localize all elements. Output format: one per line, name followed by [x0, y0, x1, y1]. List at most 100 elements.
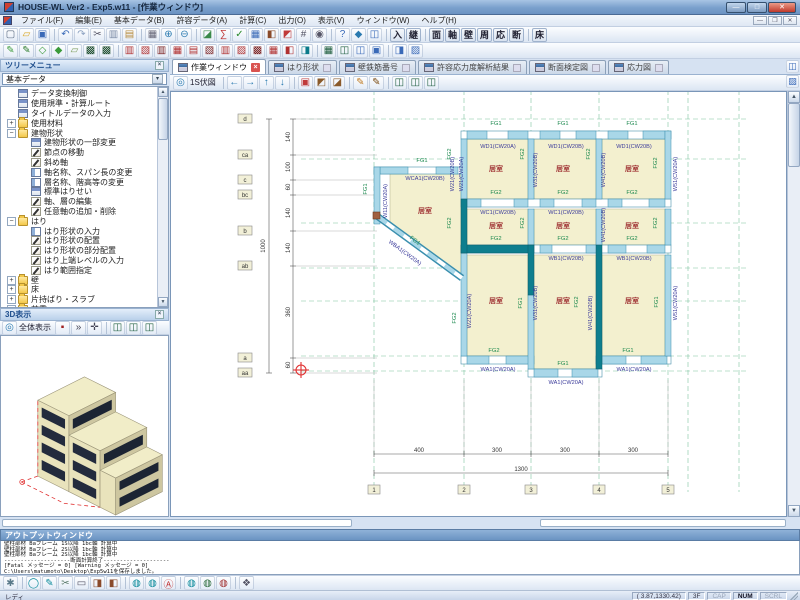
canvas-hscrollbar[interactable]: [540, 519, 786, 527]
pan-left-icon[interactable]: ←: [227, 76, 242, 90]
tree-expander-icon[interactable]: −: [7, 129, 16, 138]
wall-tool-11-icon[interactable]: ◧: [282, 44, 297, 58]
tree-scroll-thumb[interactable]: [158, 98, 168, 140]
button-ou-icon[interactable]: 応: [493, 28, 508, 42]
floor-view-3-icon[interactable]: ◫: [424, 76, 439, 90]
select-member-icon[interactable]: ◪: [330, 76, 345, 90]
label-a-icon[interactable]: Ⓐ: [161, 576, 176, 590]
tree-item-壁[interactable]: +壁: [3, 275, 168, 285]
scroll-down-icon[interactable]: ▼: [158, 297, 168, 307]
rect-tool-icon[interactable]: ▭: [74, 576, 89, 590]
tab-壁鉄筋番号[interactable]: 壁鉄筋番号: [339, 60, 416, 74]
tree-item-任意軸の追加・削除[interactable]: 任意軸の追加・削除: [3, 207, 168, 217]
3d-view[interactable]: [0, 335, 169, 517]
menu-item-8[interactable]: ヘルプ(H): [415, 16, 462, 25]
tree-expander-icon[interactable]: +: [7, 295, 16, 304]
new-file-icon[interactable]: ▢: [3, 28, 18, 42]
annotate-1-icon[interactable]: ✎: [353, 76, 368, 90]
wall-tool-10-icon[interactable]: ▦: [266, 44, 281, 58]
print-icon[interactable]: ▦: [145, 28, 160, 42]
input-data-icon[interactable]: ◪: [200, 28, 215, 42]
layer-red-icon[interactable]: ▣: [298, 76, 313, 90]
tree-item-はり範囲指定[interactable]: はり範囲指定: [3, 265, 168, 275]
wall-tool-8-icon[interactable]: ▨: [234, 44, 249, 58]
floor-view-1-icon[interactable]: ◫: [392, 76, 407, 90]
maximize-button[interactable]: □: [747, 2, 767, 13]
undo-icon[interactable]: ↶: [58, 28, 73, 42]
tab-応力図[interactable]: 応力図: [608, 60, 669, 74]
child-restore-button[interactable]: ❐: [768, 16, 782, 25]
tree-item-片持ばり・スラブ[interactable]: +片持ばり・スラブ: [3, 295, 168, 305]
mini-window-icon[interactable]: ◫: [786, 60, 799, 73]
minimize-button[interactable]: —: [726, 2, 746, 13]
frame-view-icon[interactable]: #: [296, 28, 311, 42]
close-button[interactable]: ✕: [768, 2, 796, 13]
annotate-2-icon[interactable]: ✎: [369, 76, 384, 90]
slab-tool-icon[interactable]: ◨: [298, 44, 313, 58]
marker-red-icon[interactable]: ◍: [216, 576, 231, 590]
left-hscrollbar[interactable]: [2, 519, 352, 527]
save-icon[interactable]: ▣: [35, 28, 50, 42]
menu-item-3[interactable]: 許容データ(A): [171, 16, 234, 25]
canvas-scrollbar[interactable]: ▲ ▼: [787, 91, 800, 517]
tree-scrollbar[interactable]: ▲ ▼: [157, 87, 168, 307]
button-shu-icon[interactable]: 周: [477, 28, 492, 42]
section-view-icon[interactable]: ◧: [264, 28, 279, 42]
iso-view-1-icon[interactable]: ◫: [110, 321, 125, 335]
3d-fit-label[interactable]: 全体表示: [19, 322, 51, 333]
menu-item-7[interactable]: ウィンドウ(W): [351, 16, 416, 25]
window-blue-2-icon[interactable]: ▨: [408, 44, 423, 58]
wall-tool-4-icon[interactable]: ▦: [170, 44, 185, 58]
tab-断面検定図[interactable]: 断面検定図: [529, 60, 606, 74]
polyline-green-icon[interactable]: ◇: [35, 44, 50, 58]
wall-tool-6-icon[interactable]: ▧: [202, 44, 217, 58]
snapshot-icon[interactable]: ◉: [312, 28, 327, 42]
button-yuka-icon[interactable]: 床: [532, 28, 547, 42]
pencil-green-2-icon[interactable]: ✎: [19, 44, 34, 58]
button-men-icon[interactable]: 面: [429, 28, 444, 42]
fill-tool-2-icon[interactable]: ◧: [106, 576, 121, 590]
scroll-up-icon[interactable]: ▲: [788, 91, 800, 103]
tab-close-icon[interactable]: ×: [251, 63, 260, 72]
fill-tool-1-icon[interactable]: ◨: [90, 576, 105, 590]
child-close-button[interactable]: ✕: [783, 16, 797, 25]
iso-view-2-icon[interactable]: ◫: [126, 321, 141, 335]
view-grid-4-icon[interactable]: ▣: [369, 44, 384, 58]
orbit-icon[interactable]: ✛: [87, 321, 102, 335]
zoom-in-icon[interactable]: ⊕: [161, 28, 176, 42]
chevron-down-icon[interactable]: ▾: [152, 74, 163, 84]
tree-expander-icon[interactable]: +: [7, 276, 16, 285]
tree-expander-icon[interactable]: −: [7, 305, 16, 308]
3d-close-icon[interactable]: ×: [155, 310, 164, 319]
button-dan-icon[interactable]: 断: [509, 28, 524, 42]
drawing-canvas[interactable]: 14010060140140360601000dcacbcbabaaa40030…: [170, 91, 787, 517]
floor-view-2-icon[interactable]: ◫: [408, 76, 423, 90]
resize-grip[interactable]: [790, 592, 798, 600]
pan-up-icon[interactable]: ↑: [259, 76, 274, 90]
tree-close-icon[interactable]: ×: [155, 61, 164, 70]
wall-tool-7-icon[interactable]: ▥: [218, 44, 233, 58]
scroll-down-icon[interactable]: ▼: [788, 505, 800, 517]
more-chevron-icon[interactable]: »: [71, 321, 86, 335]
menu-item-0[interactable]: ファイル(F): [15, 16, 69, 25]
wall-tool-3-icon[interactable]: ▥: [154, 44, 169, 58]
pan-right-icon[interactable]: →: [243, 76, 258, 90]
plane-green-icon[interactable]: ▱: [67, 44, 82, 58]
button-nyu-icon[interactable]: 入: [390, 28, 405, 42]
pan-down-icon[interactable]: ↓: [275, 76, 290, 90]
wall-tool-2-icon[interactable]: ▧: [138, 44, 153, 58]
select-node-icon[interactable]: ◩: [314, 76, 329, 90]
stress-view-icon[interactable]: ◩: [280, 28, 295, 42]
tab-はり形状[interactable]: はり形状: [268, 60, 337, 74]
view-grid-3-icon[interactable]: ◫: [353, 44, 368, 58]
tree-expander-icon[interactable]: +: [7, 119, 16, 128]
tab-許容応力度解析結果[interactable]: 許容応力度解析結果: [418, 60, 527, 74]
wall-tool-5-icon[interactable]: ▤: [186, 44, 201, 58]
polygon-green-icon[interactable]: ◆: [51, 44, 66, 58]
floor-plan[interactable]: 14010060140140360601000dcacbcbabaaa40030…: [171, 92, 786, 516]
group-tool-icon[interactable]: ❖: [239, 576, 254, 590]
view-grid-2-icon[interactable]: ◫: [337, 44, 352, 58]
button-kabe-icon[interactable]: 壁: [461, 28, 476, 42]
open-folder-icon[interactable]: ▱: [19, 28, 34, 42]
paste-icon[interactable]: ▤: [122, 28, 137, 42]
